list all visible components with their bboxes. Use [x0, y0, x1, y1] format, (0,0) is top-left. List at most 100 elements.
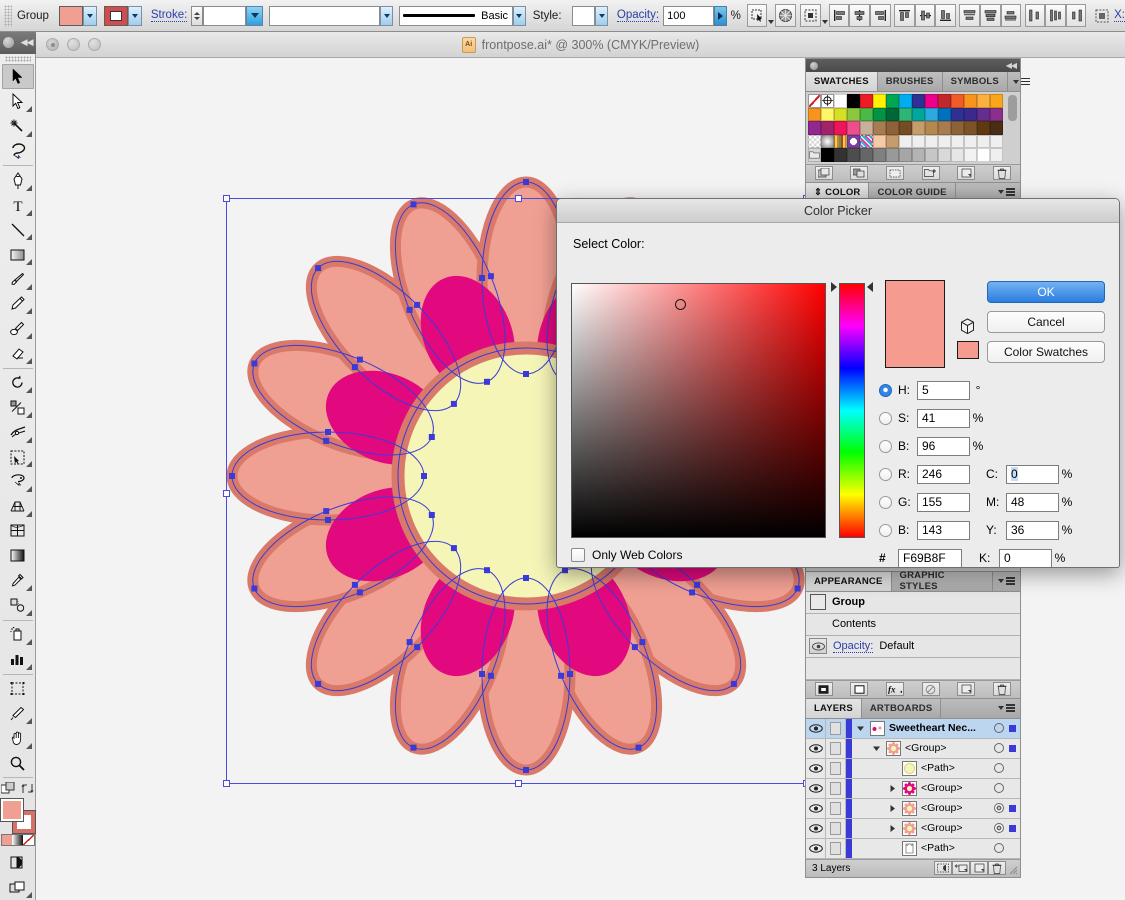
swatches-scrollbar[interactable] [1008, 95, 1017, 121]
appearance-row-opacity[interactable]: Opacity: Default [806, 635, 1020, 658]
align-right-button[interactable] [870, 4, 891, 27]
layer-target-circle-1[interactable] [994, 743, 1004, 753]
swatches-panel-topbar[interactable]: ◀◀ [806, 59, 1020, 72]
swatch-41[interactable] [951, 121, 964, 135]
color-mode-radio-h[interactable] [879, 383, 892, 397]
paintbrush-tool[interactable] [2, 267, 34, 292]
drawing-mode-button[interactable] [2, 851, 34, 876]
color-mode-radio-r[interactable] [879, 467, 892, 481]
stroke-weight-label[interactable]: Stroke: [150, 9, 188, 22]
saturation-brightness-field[interactable] [571, 283, 826, 538]
fill-color-control[interactable] [58, 5, 97, 26]
width-flyout[interactable] [25, 436, 32, 443]
lasso-tool[interactable] [2, 139, 34, 164]
swatch-9[interactable] [925, 94, 938, 108]
layer-lock-toggle-1[interactable] [826, 738, 846, 758]
new-color-group-button[interactable] [921, 166, 940, 180]
layer-name-2[interactable]: <Path> [921, 762, 955, 774]
swatch-67[interactable] [899, 148, 912, 162]
swatch-23[interactable] [912, 107, 925, 121]
hand-tool[interactable] [2, 726, 34, 751]
swatch-69[interactable] [925, 148, 938, 162]
color-field-marker[interactable] [675, 298, 687, 310]
swatch-2[interactable] [834, 94, 847, 108]
swatch-39[interactable] [925, 121, 938, 135]
close-window-button[interactable] [46, 38, 59, 51]
layers-tabs[interactable]: LAYERS ARTBOARDS [806, 698, 1020, 719]
shape-builder-tool[interactable] [2, 445, 34, 470]
color-mode-radio-g[interactable] [879, 495, 892, 509]
distribute-right-button[interactable] [1065, 4, 1087, 27]
color-value-fields[interactable]: H: 5 ° S: 41% B: 96% R: 246 C: 0% G: 155 M: 48% B: 143 Y:… [879, 379, 1119, 567]
delete-layer-button[interactable] [988, 861, 1006, 875]
swatch-grid[interactable] [806, 92, 1005, 164]
appearance-row-contents[interactable]: Contents [806, 613, 1020, 636]
layer-target-circle-6[interactable] [994, 843, 1004, 853]
tools-drag-grip[interactable] [4, 55, 31, 63]
eyedropper-tool[interactable] [2, 568, 34, 593]
color-mode-radio-s[interactable] [879, 411, 892, 425]
stroke-weight-dropdown[interactable] [246, 5, 263, 26]
tab-brushes[interactable]: BRUSHES [877, 72, 943, 91]
swatch-6[interactable] [886, 94, 899, 108]
layer-visibility-toggle-0[interactable] [806, 718, 826, 738]
add-new-fill-button[interactable] [850, 682, 869, 696]
layer-body-0[interactable]: Sweetheart Nec... [852, 719, 994, 738]
window-controls[interactable] [46, 38, 101, 51]
swatch-15[interactable] [808, 107, 821, 121]
layer-body-2[interactable]: <Path> [852, 759, 994, 778]
swatch-31[interactable] [821, 121, 834, 135]
eyedropper-flyout[interactable] [25, 584, 32, 591]
swatch-50[interactable] [873, 134, 886, 148]
align-bottom-button[interactable] [935, 4, 956, 27]
layer-body-6[interactable]: <Path> [852, 839, 994, 858]
width-tool[interactable] [2, 420, 34, 445]
swatch-49[interactable] [860, 134, 873, 148]
symbol-sprayer-tool[interactable] [2, 622, 34, 647]
layer-target-circle-0[interactable] [994, 723, 1004, 733]
swatch-12[interactable] [964, 94, 977, 108]
graph-flyout[interactable] [25, 663, 32, 670]
align-center-h-button[interactable] [849, 4, 871, 27]
swatch-66[interactable] [886, 148, 899, 162]
pencil-tool[interactable] [2, 292, 34, 317]
anchor-point[interactable] [523, 179, 529, 185]
layer-lock-toggle-3[interactable] [826, 778, 846, 798]
shape-builder-flyout[interactable] [25, 461, 32, 468]
only-web-colors-checkbox[interactable] [571, 548, 585, 562]
artboard-tool[interactable] [2, 677, 34, 702]
stroke-profile-dropdown[interactable] [380, 5, 393, 26]
swatch-73[interactable] [977, 148, 990, 162]
pencil-flyout[interactable] [25, 308, 32, 315]
layer-name-6[interactable]: <Path> [921, 842, 955, 854]
swatch-38[interactable] [912, 121, 925, 135]
swatch-55[interactable] [938, 134, 951, 148]
hue-slider[interactable] [839, 283, 865, 538]
cmyk-input-y[interactable]: 36 [1006, 520, 1059, 540]
layer-body-5[interactable]: <Group> [852, 819, 994, 838]
color-field-row-5[interactable]: B: 143 Y: 36% [879, 519, 1119, 541]
color-field-row-4[interactable]: G: 155 M: 48% [879, 491, 1119, 513]
swatch-68[interactable] [912, 148, 925, 162]
cmyk-input-c[interactable]: 0 [1006, 464, 1059, 484]
layer-lock-toggle-5[interactable] [826, 818, 846, 838]
tab-graphic-styles[interactable]: GRAPHIC STYLES [891, 570, 993, 592]
delete-swatch-button[interactable] [993, 166, 1012, 180]
distribute-top-button[interactable] [959, 4, 981, 27]
rotate-flyout[interactable] [25, 387, 32, 394]
perspective-flyout[interactable] [25, 510, 32, 517]
swatch-28[interactable] [977, 107, 990, 121]
layer-visibility-toggle-1[interactable] [806, 738, 826, 758]
color-field-row-6[interactable]: # F69B8F K: 0% [879, 547, 1119, 567]
align-center-v-button[interactable] [914, 4, 936, 27]
hex-input[interactable]: F69B8F [898, 548, 962, 567]
recolor-artwork-button[interactable] [775, 4, 796, 27]
hue-marker-left[interactable] [831, 281, 837, 292]
color-field-input-r[interactable]: 246 [917, 464, 970, 484]
tools-panel-header[interactable]: ◀◀ [0, 32, 36, 54]
layer-collapse-triangle-0[interactable] [855, 724, 866, 733]
swatch-45[interactable] [808, 134, 821, 148]
swatch-29[interactable] [990, 107, 1003, 121]
perspective-grid-tool[interactable] [2, 494, 34, 519]
graphic-style-swatch[interactable] [571, 5, 596, 26]
